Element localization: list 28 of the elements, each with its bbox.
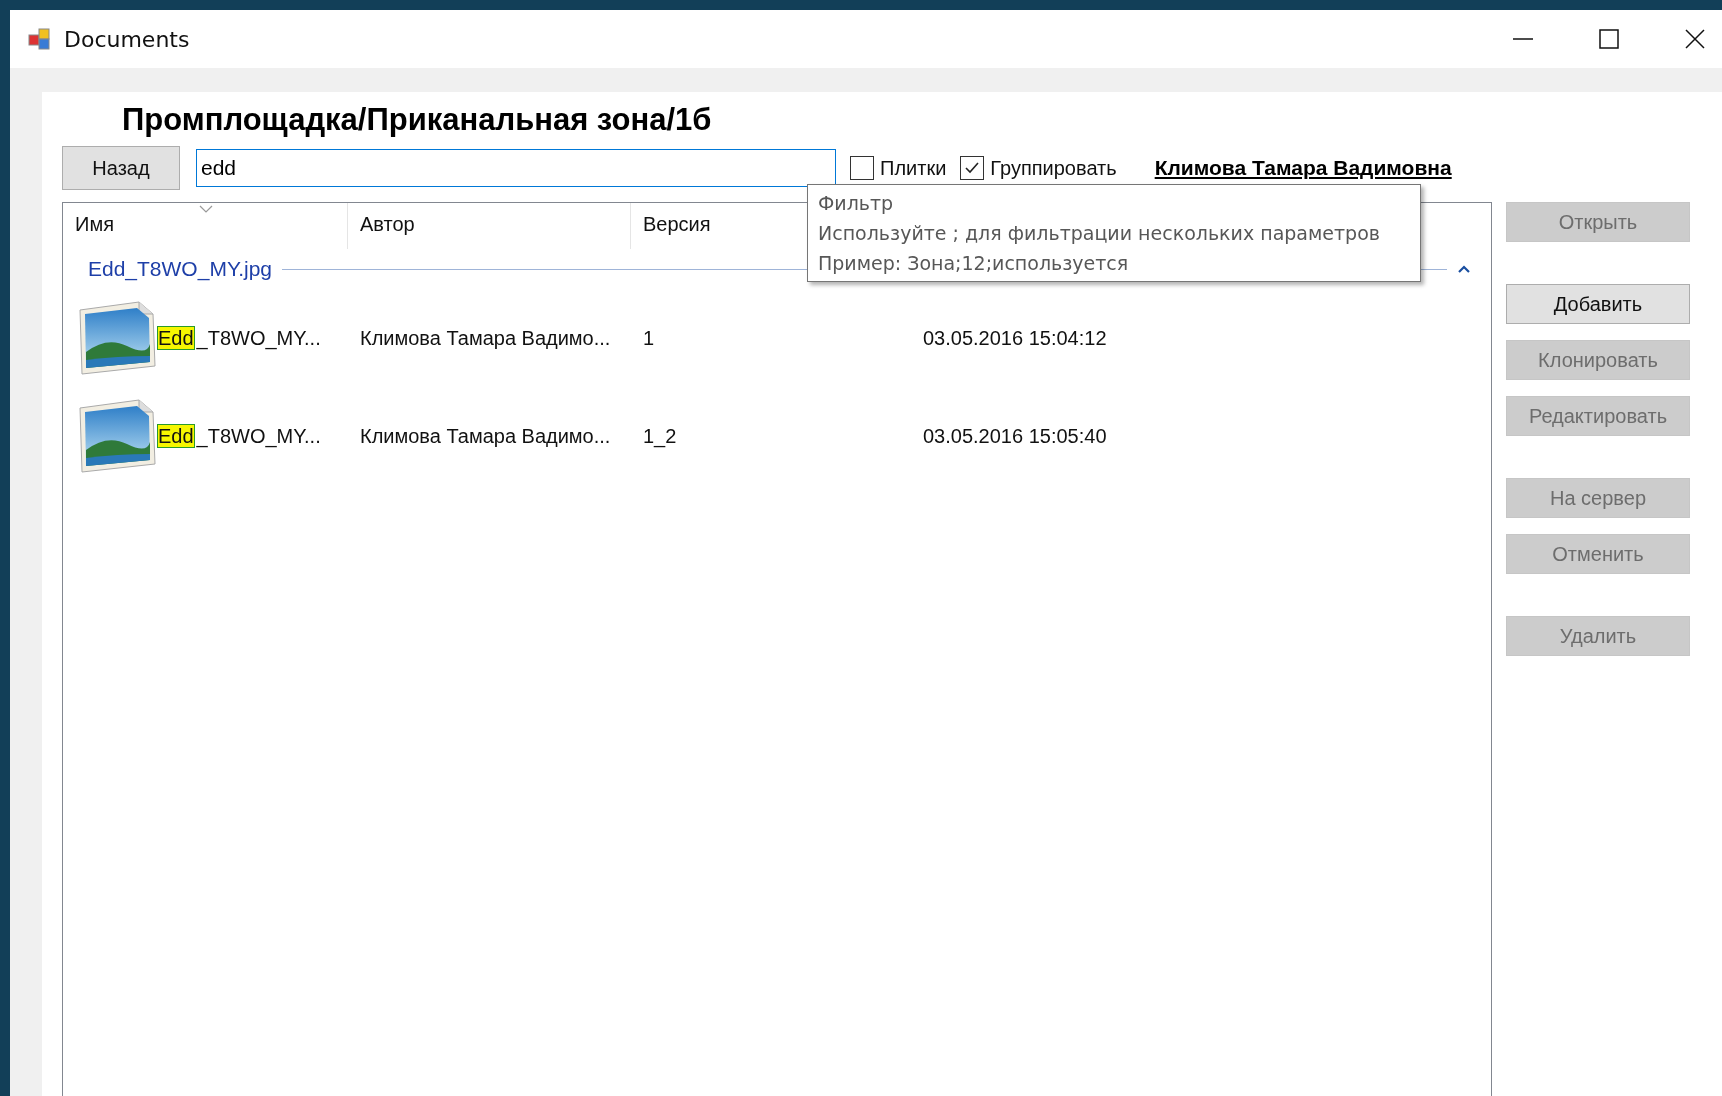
file-name: Edd_T8WO_MY... xyxy=(157,326,321,350)
window-title: Documents xyxy=(64,26,190,52)
checkbox-label[interactable]: Группировать xyxy=(990,156,1117,180)
column-header[interactable]: Имя xyxy=(63,203,348,249)
author-cell-text: Климова Тамара Вадимо... xyxy=(359,424,612,448)
column-header[interactable]: Автор xyxy=(348,203,631,249)
user-link[interactable]: Климова Тамара Вадимовна xyxy=(1154,156,1452,180)
checkbox[interactable] xyxy=(960,156,985,180)
version-cell-text: 1_2 xyxy=(642,424,678,448)
date-cell-text: 03.05.2016 15:05:40 xyxy=(922,424,1107,448)
filter-field[interactable]: edd xyxy=(196,149,836,187)
image-file-icon xyxy=(77,300,157,376)
maximize-icon[interactable] xyxy=(1598,28,1620,50)
date-cell-text: 03.05.2016 15:04:12 xyxy=(922,326,1107,350)
file-name: Edd_T8WO_MY... xyxy=(157,424,321,448)
back-button[interactable]: Назад xyxy=(62,146,180,190)
tooltip-text: Пример: Зона;12;используется xyxy=(818,251,1130,276)
close-icon[interactable] xyxy=(1684,28,1706,50)
checkbox[interactable] xyxy=(850,156,874,180)
version-cell-text: 1 xyxy=(642,326,656,350)
group-title: Edd_T8WO_MY.jpg xyxy=(88,257,273,281)
collapse-chevron-icon[interactable] xyxy=(1457,264,1471,274)
image-file-icon xyxy=(77,398,157,474)
app-icon xyxy=(28,28,52,50)
checkbox-label[interactable]: Плитки xyxy=(880,156,947,180)
action-button[interactable]: Добавить xyxy=(1506,284,1690,324)
author-cell-text: Климова Тамара Вадимо... xyxy=(359,326,612,350)
path-heading: Промплощадка/Приканальная зона/1б xyxy=(122,102,713,138)
